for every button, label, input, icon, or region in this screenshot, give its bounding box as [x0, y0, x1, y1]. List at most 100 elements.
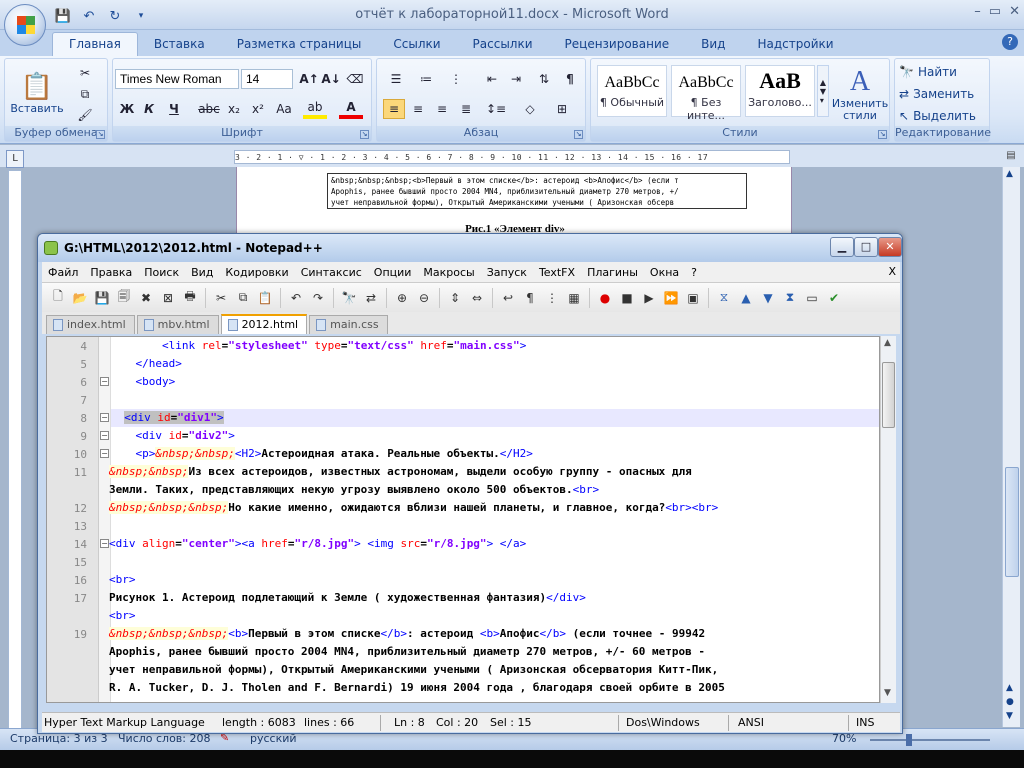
shrink-font-icon[interactable]: A↓	[321, 69, 341, 89]
zoom-in-icon[interactable]: ⊕	[392, 288, 412, 308]
copy-icon[interactable]: ⧉	[75, 84, 95, 104]
font-size-select[interactable]: 14	[241, 69, 293, 89]
save-macro-icon[interactable]: ▣	[683, 288, 703, 308]
zoom-slider[interactable]	[870, 739, 990, 741]
maximize-button[interactable]: □	[854, 237, 878, 257]
tab-home[interactable]: Главная	[52, 32, 138, 56]
font-name-select[interactable]: Times New Roman	[115, 69, 239, 89]
minimize-button[interactable]: ▁	[830, 237, 854, 257]
scroll-up-icon[interactable]: ▲	[884, 338, 891, 348]
style-heading1[interactable]: AaB Заголово...	[745, 65, 815, 117]
tab-view[interactable]: Вид	[685, 33, 741, 56]
menu-options[interactable]: Опции	[368, 266, 418, 279]
align-right-icon[interactable]: ≡	[431, 99, 453, 119]
paste-button[interactable]: 📋 Вставить	[10, 63, 63, 123]
close-file-icon[interactable]: ✖	[136, 288, 156, 308]
change-case-button[interactable]: Aa	[271, 99, 297, 119]
horizontal-ruler[interactable]: 3 · 2 · 1 · ▽ · 1 · 2 · 3 · 4 · 5 · 6 · …	[234, 150, 790, 164]
undo-icon[interactable]: ↶	[78, 7, 100, 25]
user-lang-icon[interactable]: ▦	[564, 288, 584, 308]
sync-horizontal-icon[interactable]: ⇔	[467, 288, 487, 308]
cut-icon[interactable]: ✂	[75, 63, 95, 83]
move-down-icon[interactable]: ▼	[758, 288, 778, 308]
bullets-icon[interactable]: ☰	[383, 69, 409, 89]
paste-icon[interactable]: 📋	[255, 288, 275, 308]
menu-view[interactable]: Вид	[185, 266, 219, 279]
redo-icon[interactable]: ↷	[308, 288, 328, 308]
zoom-slider-handle[interactable]	[906, 734, 912, 746]
subscript-button[interactable]: x₂	[223, 99, 245, 119]
browse-object-icon[interactable]: ●	[1006, 697, 1014, 707]
style-normal[interactable]: AaBbCc ¶ Обычный	[597, 65, 667, 117]
menu-macros[interactable]: Макросы	[417, 266, 480, 279]
line-spacing-icon[interactable]: ↕≡	[483, 99, 509, 119]
dialog-launcher-icon[interactable]: ↘	[878, 130, 887, 139]
editor-vertical-scrollbar[interactable]: ▲ ▼	[880, 336, 896, 703]
scroll-down-icon[interactable]: ▼	[884, 688, 891, 698]
scroll-thumb[interactable]	[882, 362, 895, 428]
tab-page-layout[interactable]: Разметка страницы	[221, 33, 378, 56]
undo-icon[interactable]: ↶	[286, 288, 306, 308]
cut-icon[interactable]: ✂	[211, 288, 231, 308]
tab-selector-icon[interactable]: L	[6, 150, 24, 168]
font-color-icon[interactable]: A	[339, 99, 363, 119]
view-ruler-icon[interactable]: ▤	[1002, 150, 1020, 166]
menu-plugins[interactable]: Плагины	[581, 266, 644, 279]
dialog-launcher-icon[interactable]: ↘	[360, 130, 369, 139]
word-vertical-scrollbar[interactable]: ▲ ▲ ● ▼	[1002, 167, 1020, 727]
close-icon[interactable]: ✕	[1009, 4, 1020, 19]
scroll-up-icon[interactable]: ▲	[1006, 169, 1013, 179]
strikethrough-button[interactable]: abc	[197, 99, 221, 119]
menu-file[interactable]: Файл	[42, 266, 84, 279]
underline-button[interactable]: Ч	[161, 99, 187, 119]
scroll-thumb[interactable]	[1005, 467, 1019, 577]
styles-scroll[interactable]: ▲ ▼ ▾	[817, 65, 829, 117]
play-macro-icon[interactable]: ▶	[639, 288, 659, 308]
increase-indent-icon[interactable]: ⇥	[505, 69, 527, 89]
fold-toggle[interactable]: −	[100, 449, 109, 458]
redo-icon[interactable]: ↻	[104, 7, 126, 25]
run-macro-multiple-icon[interactable]: ⏩	[661, 288, 681, 308]
fold-toggle[interactable]: −	[100, 377, 109, 386]
replace-button[interactable]: ⇄ Заменить	[899, 85, 987, 103]
print-icon[interactable]: 🖶	[180, 288, 200, 308]
sync-vertical-icon[interactable]: ⇕	[445, 288, 465, 308]
multilevel-list-icon[interactable]: ⋮	[443, 69, 469, 89]
align-center-icon[interactable]: ≡	[407, 99, 429, 119]
save-all-icon[interactable]: 🗐	[114, 288, 134, 308]
customize-qat-icon[interactable]: ▾	[130, 7, 152, 25]
menu-window[interactable]: Окна	[644, 266, 685, 279]
tab-insert[interactable]: Вставка	[138, 33, 221, 56]
close-button[interactable]: ✕	[878, 237, 902, 257]
bold-button[interactable]: Ж	[117, 99, 137, 119]
file-tab-index[interactable]: index.html	[46, 315, 135, 334]
superscript-button[interactable]: x²	[247, 99, 269, 119]
close-all-icon[interactable]: ⊠	[158, 288, 178, 308]
help-icon[interactable]: ?	[1002, 34, 1018, 50]
menu-encoding[interactable]: Кодировки	[219, 266, 294, 279]
change-styles-button[interactable]: A Изменить стили	[831, 63, 889, 125]
highlight-icon[interactable]: ab	[303, 99, 327, 119]
document-page[interactable]: &nbsp;&nbsp;&nbsp;<b>Первый в этом списк…	[236, 167, 792, 237]
menu-syntax[interactable]: Синтаксис	[295, 266, 368, 279]
tab-review[interactable]: Рецензирование	[549, 33, 686, 56]
open-file-icon[interactable]: 📂	[70, 288, 90, 308]
italic-button[interactable]: К	[139, 99, 159, 119]
dialog-launcher-icon[interactable]: ↘	[96, 130, 105, 139]
fold-toggle[interactable]: −	[100, 413, 109, 422]
decrease-indent-icon[interactable]: ⇤	[481, 69, 503, 89]
office-button[interactable]	[4, 4, 46, 46]
tab-addins[interactable]: Надстройки	[741, 33, 849, 56]
tab-references[interactable]: Ссылки	[377, 33, 456, 56]
minimize-icon[interactable]: –	[974, 4, 981, 19]
grow-font-icon[interactable]: A↑	[299, 69, 319, 89]
file-tab-main-css[interactable]: main.css	[309, 315, 388, 334]
file-tab-mbv[interactable]: mbv.html	[136, 315, 219, 334]
move-up-icon[interactable]: ▲	[736, 288, 756, 308]
next-page-icon[interactable]: ▼	[1006, 711, 1013, 721]
maximize-icon[interactable]: ▭	[989, 4, 1001, 19]
align-left-icon[interactable]: ≡	[383, 99, 405, 119]
dialog-launcher-icon[interactable]: ↘	[574, 130, 583, 139]
show-all-chars-icon[interactable]: ¶	[520, 288, 540, 308]
compare-icon[interactable]: ▭	[802, 288, 822, 308]
